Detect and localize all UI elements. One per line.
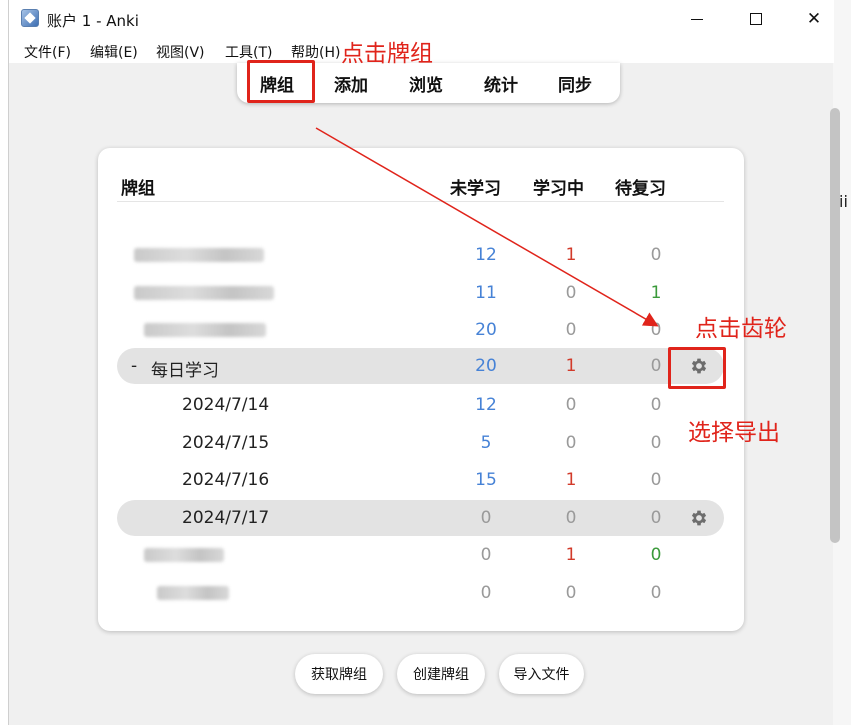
count-new: 15	[475, 470, 497, 490]
count-due: 0	[650, 433, 662, 453]
count-new: 11	[475, 283, 497, 303]
tab-add[interactable]: 添加	[334, 71, 368, 96]
minimize-icon	[691, 18, 703, 20]
tab-sync[interactable]: 同步	[558, 71, 592, 96]
count-due: 0	[650, 395, 662, 415]
deck-row[interactable]: 12 1 0	[117, 237, 724, 273]
collapse-toggle[interactable]: -	[131, 356, 137, 376]
deck-name[interactable]: 2024/7/14	[182, 395, 269, 415]
count-due: 0	[650, 545, 662, 565]
menu-tools[interactable]: 工具(T)	[225, 42, 272, 62]
background-glyph: ii	[839, 192, 848, 211]
deck-row[interactable]: 0 0 0	[117, 575, 724, 611]
redacted-deck-name	[144, 323, 266, 337]
menu-edit[interactable]: 编辑(E)	[90, 42, 138, 62]
count-due: 0	[650, 245, 662, 265]
deck-row[interactable]: 2024/7/17 0 0 0	[117, 500, 724, 536]
count-new: 0	[480, 583, 492, 603]
count-new: 0	[480, 508, 492, 528]
count-learning: 0	[565, 583, 577, 603]
count-new: 20	[475, 320, 497, 340]
deck-name[interactable]: 2024/7/16	[182, 470, 269, 490]
count-due: 0	[650, 320, 662, 340]
count-due: 1	[650, 283, 662, 303]
count-due: 0	[650, 508, 662, 528]
count-new: 12	[475, 395, 497, 415]
annotation-click-gear: 点击齿轮	[695, 316, 787, 342]
deck-row[interactable]: 0 1 0	[117, 537, 724, 573]
annotation-click-decks: 点击牌组	[341, 41, 433, 67]
header-new: 未学习	[450, 179, 501, 199]
annotation-box-gear	[668, 347, 726, 389]
header-divider	[117, 201, 724, 202]
redacted-deck-name	[134, 248, 264, 262]
header-due: 待复习	[615, 179, 666, 199]
annotation-box-decks-tab	[247, 60, 315, 103]
tab-stats[interactable]: 统计	[484, 71, 518, 96]
count-learning: 1	[565, 356, 577, 376]
count-new: 0	[480, 545, 492, 565]
header-deck: 牌组	[121, 179, 155, 199]
deck-row[interactable]: 2024/7/16 15 1 0	[117, 462, 724, 498]
deck-list-card: 牌组 未学习 学习中 待复习 12 1 0 11 0 1 20 0 0 - 每日	[98, 148, 744, 631]
deck-row[interactable]: 20 0 0	[117, 312, 724, 348]
count-learning: 0	[565, 320, 577, 340]
tab-browse[interactable]: 浏览	[409, 71, 443, 96]
gear-icon[interactable]	[689, 508, 709, 528]
count-learning: 1	[565, 245, 577, 265]
menu-file[interactable]: 文件(F)	[24, 42, 71, 62]
count-new: 12	[475, 245, 497, 265]
annotation-choose-export: 选择导出	[688, 420, 780, 446]
deck-name[interactable]: 2024/7/17	[182, 508, 269, 528]
import-file-button[interactable]: 导入文件	[499, 654, 584, 694]
menu-view[interactable]: 视图(V)	[156, 42, 205, 62]
count-new: 5	[480, 433, 492, 453]
redacted-deck-name	[157, 586, 229, 600]
title-bar: 账户 1 - Anki ✕	[9, 0, 834, 38]
scrollbar[interactable]	[830, 108, 840, 543]
count-learning: 0	[565, 508, 577, 528]
header-learning: 学习中	[533, 179, 584, 199]
count-new: 20	[475, 356, 497, 376]
close-icon: ✕	[806, 9, 822, 29]
count-learning: 1	[565, 470, 577, 490]
maximize-icon	[750, 13, 762, 25]
minimize-button[interactable]	[674, 0, 720, 38]
deck-row[interactable]: 2024/7/14 12 0 0	[117, 387, 724, 423]
deck-name[interactable]: 2024/7/15	[182, 433, 269, 453]
anki-app-icon	[21, 9, 39, 27]
maximize-button[interactable]	[733, 0, 779, 38]
menu-help[interactable]: 帮助(H)	[291, 42, 340, 62]
window-title: 账户 1 - Anki	[47, 12, 139, 30]
deck-row[interactable]: 11 0 1	[117, 275, 724, 311]
get-shared-button[interactable]: 获取牌组	[295, 654, 383, 694]
count-due: 0	[650, 583, 662, 603]
count-learning: 0	[565, 395, 577, 415]
deck-row-daily-study[interactable]: - 每日学习 20 1 0	[117, 348, 724, 384]
deck-row[interactable]: 2024/7/15 5 0 0	[117, 425, 724, 461]
redacted-deck-name	[144, 548, 224, 562]
count-learning: 1	[565, 545, 577, 565]
close-button[interactable]: ✕	[791, 0, 837, 38]
redacted-deck-name	[134, 286, 274, 300]
deck-name[interactable]: 每日学习	[151, 356, 219, 381]
count-learning: 0	[565, 433, 577, 453]
create-deck-button[interactable]: 创建牌组	[397, 654, 485, 694]
count-due: 0	[650, 470, 662, 490]
count-learning: 0	[565, 283, 577, 303]
